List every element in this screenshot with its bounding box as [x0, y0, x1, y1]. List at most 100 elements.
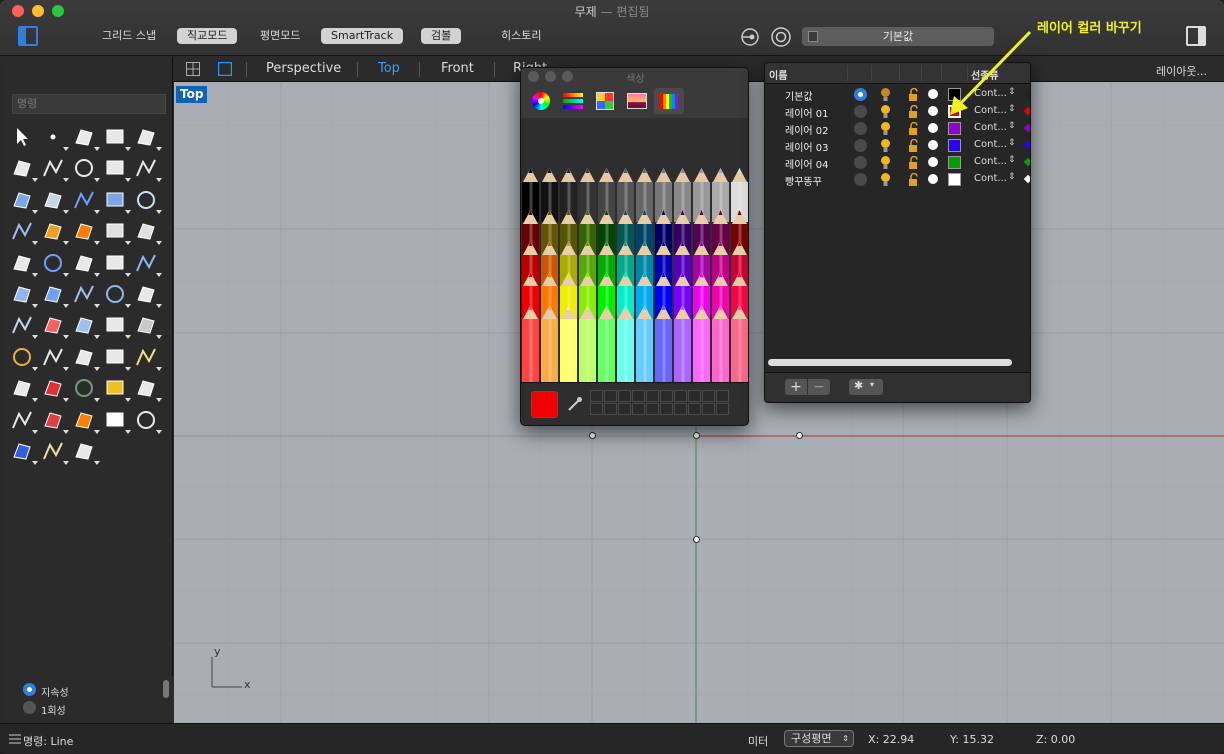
- grid-snap-toggle[interactable]: 그리드 스냅: [92, 28, 166, 44]
- gumball-icon[interactable]: [72, 439, 100, 465]
- pencils-icon[interactable]: [654, 88, 684, 114]
- empty-swatch[interactable]: [618, 390, 631, 402]
- ellipse-icon[interactable]: [10, 156, 38, 183]
- tab-perspective[interactable]: Perspective: [266, 61, 341, 76]
- layer-row[interactable]: 레이어 02 Cont... ⇕: [765, 120, 1030, 137]
- current-layer-indicator[interactable]: [854, 173, 867, 186]
- lock-icon[interactable]: [908, 88, 920, 101]
- visibility-bulb-icon[interactable]: [880, 155, 891, 170]
- bisect-icon[interactable]: [41, 313, 69, 340]
- viewport-label[interactable]: Top: [176, 86, 208, 103]
- filter-icon[interactable]: [740, 27, 762, 47]
- align-icon[interactable]: [41, 282, 69, 308]
- curve-icon[interactable]: [103, 125, 131, 151]
- lock-icon[interactable]: [908, 173, 920, 186]
- layer-name[interactable]: 빵꾸똥꾸: [785, 173, 822, 188]
- crayon[interactable]: [636, 305, 653, 382]
- color-sliders-icon[interactable]: [560, 88, 586, 114]
- add-layer-button[interactable]: +: [785, 379, 807, 395]
- crayon[interactable]: [712, 305, 729, 382]
- gumball-grip[interactable]: [693, 432, 700, 439]
- print-color-dot[interactable]: [928, 123, 938, 133]
- visibility-icon[interactable]: [103, 376, 131, 403]
- empty-swatch[interactable]: [688, 390, 701, 402]
- crayon[interactable]: [522, 305, 539, 382]
- crayon[interactable]: [560, 305, 577, 382]
- eyedropper-icon[interactable]: [567, 396, 583, 412]
- name-column-header[interactable]: 이름: [769, 67, 787, 82]
- lock-icon[interactable]: [10, 408, 38, 434]
- color-palettes-icon[interactable]: [592, 88, 618, 114]
- empty-swatch[interactable]: [702, 390, 715, 402]
- car-icon[interactable]: [41, 376, 69, 403]
- lock-icon[interactable]: [908, 156, 920, 169]
- visibility-bulb-icon[interactable]: [880, 172, 891, 187]
- empty-swatch[interactable]: [716, 390, 729, 402]
- command-input[interactable]: 명령: [12, 94, 166, 114]
- layer-options-button[interactable]: ✱ ▾: [849, 379, 883, 395]
- explode-icon[interactable]: [72, 219, 100, 246]
- surface-icon[interactable]: [10, 188, 38, 214]
- linetype-value[interactable]: Cont...: [974, 139, 1007, 150]
- empty-swatch[interactable]: [674, 403, 687, 415]
- print-color-dot[interactable]: [928, 89, 938, 99]
- empty-swatch[interactable]: [688, 403, 701, 415]
- box-edit-icon[interactable]: [134, 313, 162, 340]
- zoom-extents-icon[interactable]: [10, 345, 38, 371]
- block-icon[interactable]: [41, 408, 69, 434]
- color-wheel-icon[interactable]: [528, 88, 554, 114]
- delete-layer-button[interactable]: −: [808, 379, 830, 395]
- cplane-selector[interactable]: 구성평면 ⇕: [784, 730, 854, 747]
- layer-row[interactable]: 레이어 03 Cont... ⇕: [765, 137, 1030, 154]
- crayon[interactable]: [617, 305, 634, 382]
- current-layer-indicator[interactable]: [854, 88, 867, 101]
- zoom-icon[interactable]: [41, 345, 69, 371]
- current-layer-indicator[interactable]: [854, 122, 867, 135]
- layer-name[interactable]: 레이어 01: [785, 105, 829, 120]
- history-toggle[interactable]: 히스토리: [491, 28, 551, 44]
- empty-swatch[interactable]: [702, 403, 715, 415]
- current-layer-indicator[interactable]: [854, 139, 867, 152]
- polygon-icon[interactable]: [103, 156, 131, 183]
- left-sidebar-toggle-icon[interactable]: [18, 26, 38, 46]
- split-icon[interactable]: [103, 219, 131, 246]
- text-icon[interactable]: [134, 251, 162, 277]
- empty-swatch[interactable]: [604, 390, 617, 402]
- lock-icon[interactable]: [908, 122, 920, 135]
- layer-name[interactable]: 레이어 02: [785, 122, 829, 137]
- material-icon[interactable]: [103, 408, 131, 434]
- render-sphere-icon[interactable]: [10, 439, 38, 465]
- layouts-menu[interactable]: 레이아웃...: [1156, 63, 1207, 79]
- empty-swatch[interactable]: [618, 403, 631, 415]
- zoom-target-icon[interactable]: [134, 345, 162, 371]
- print-color-dot[interactable]: [928, 106, 938, 116]
- layer-color-swatch[interactable]: [948, 122, 961, 135]
- empty-swatch[interactable]: [660, 390, 673, 402]
- layer-row[interactable]: 레이어 04 Cont... ⇕: [765, 154, 1030, 171]
- empty-swatch[interactable]: [632, 390, 645, 402]
- smarttrack-toggle[interactable]: SmartTrack: [321, 28, 404, 44]
- tab-top[interactable]: Top: [378, 61, 400, 76]
- crayon[interactable]: [674, 305, 691, 382]
- visibility-bulb-icon[interactable]: [880, 104, 891, 119]
- ortho-toggle[interactable]: 직교모드: [177, 28, 238, 44]
- gumball-toggle[interactable]: 검볼: [421, 28, 462, 44]
- empty-swatch[interactable]: [590, 390, 603, 402]
- empty-swatch[interactable]: [590, 403, 603, 415]
- print-color-dot[interactable]: [928, 157, 938, 167]
- persistent-radio[interactable]: [23, 683, 36, 696]
- one-time-radio[interactable]: [23, 701, 36, 714]
- current-layer-indicator[interactable]: [854, 105, 867, 118]
- empty-swatch[interactable]: [604, 403, 617, 415]
- mirror-icon[interactable]: [72, 282, 100, 308]
- zoom-window-icon[interactable]: [72, 345, 100, 371]
- tab-front[interactable]: Front: [441, 61, 474, 76]
- visibility-bulb-icon[interactable]: [880, 87, 891, 102]
- analyze-icon[interactable]: [72, 313, 100, 340]
- empty-swatch[interactable]: [716, 403, 729, 415]
- gumball-grip[interactable]: [589, 432, 596, 439]
- layer-name[interactable]: 레이어 04: [785, 156, 829, 171]
- dimension-icon[interactable]: [134, 282, 162, 308]
- current-layer-indicator[interactable]: [854, 156, 867, 169]
- single-viewport-icon[interactable]: [218, 62, 232, 76]
